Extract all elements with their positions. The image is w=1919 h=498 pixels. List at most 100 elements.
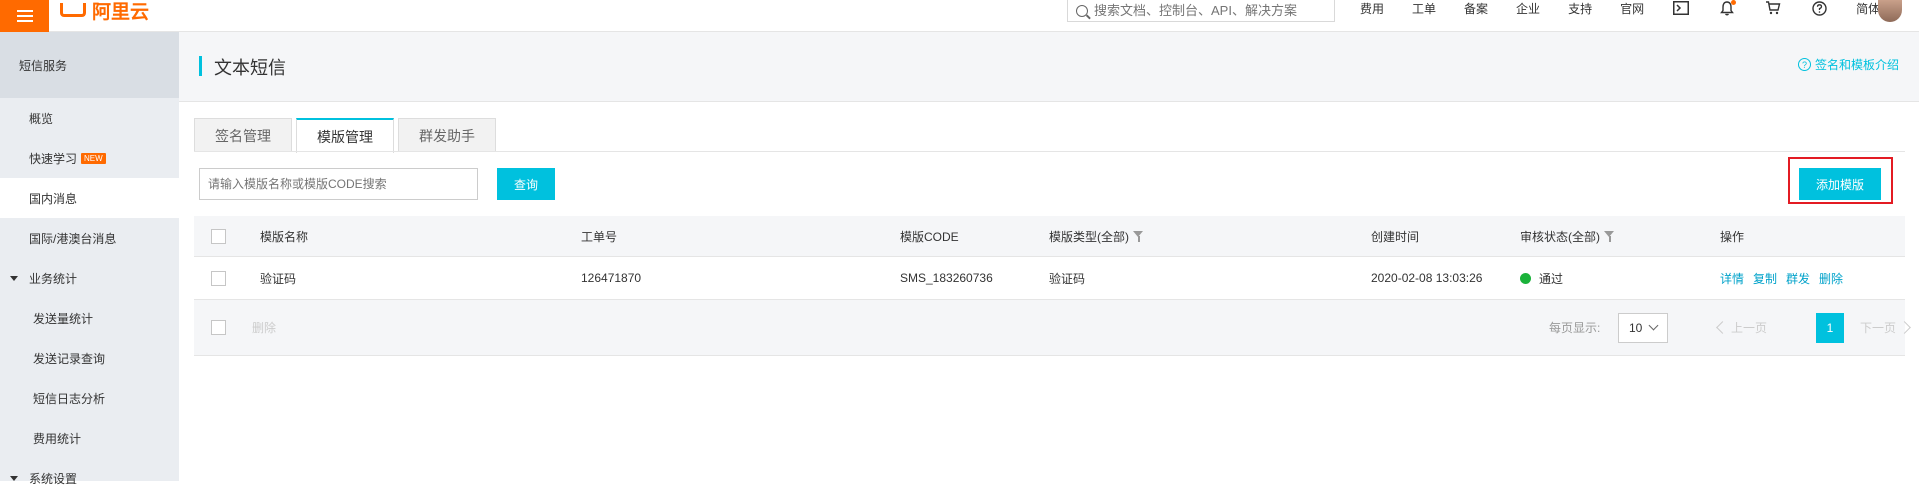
- col-status-label: 审核状态(全部): [1520, 229, 1600, 244]
- cart-icon[interactable]: [1764, 0, 1782, 16]
- nav-website[interactable]: 官网: [1620, 0, 1644, 17]
- next-page-label: 下一页: [1860, 321, 1897, 335]
- tab-template[interactable]: 模版管理: [296, 118, 394, 153]
- add-template-button[interactable]: 添加模版: [1799, 168, 1881, 200]
- table-header: 模版名称 工单号 模版CODE 模版类型(全部) 创建时间 审核状态(全部) 操…: [194, 216, 1905, 257]
- top-nav: 费用 工单 备案 企业 支持 官网 简体: [1360, 0, 1906, 16]
- col-code: 模版CODE: [900, 229, 959, 244]
- nav-support[interactable]: 支持: [1568, 0, 1592, 17]
- sidebar: 短信服务 概览 快速学习 NEW 国内消息 国际/港澳台消息 业务统计 发送量统…: [0, 32, 179, 486]
- chevron-left-icon: [1716, 321, 1729, 334]
- global-search-input[interactable]: [1094, 3, 1334, 18]
- sidebar-item-label: 费用统计: [33, 431, 82, 446]
- help-circle-icon[interactable]: [1810, 0, 1828, 16]
- avatar[interactable]: [1878, 0, 1902, 22]
- footer-select-all-checkbox[interactable]: [211, 320, 226, 335]
- col-name: 模版名称: [260, 229, 309, 244]
- logo-text: 阿里云: [92, 1, 150, 23]
- op-detail-link[interactable]: 详情: [1720, 270, 1744, 287]
- global-search[interactable]: [1067, 0, 1335, 22]
- main-content: 文本短信 ? 签名和模板介绍 签名管理 模版管理 群发助手 查询 添加模版 模版…: [179, 32, 1919, 481]
- row-checkbox[interactable]: [211, 270, 226, 286]
- question-icon: ?: [1797, 58, 1811, 71]
- template-table: 模版名称 工单号 模版CODE 模版类型(全部) 创建时间 审核状态(全部) 操…: [194, 216, 1911, 356]
- sidebar-group-stats[interactable]: 业务统计: [0, 258, 179, 298]
- cell-status: 通过: [1520, 257, 1563, 299]
- sidebar-header[interactable]: 短信服务: [0, 32, 179, 98]
- search-icon: [1076, 4, 1088, 17]
- sidebar-item-international[interactable]: 国际/港澳台消息: [0, 218, 179, 258]
- select-all-checkbox[interactable]: [211, 228, 226, 244]
- op-copy-link[interactable]: 复制: [1753, 270, 1777, 287]
- next-page-button[interactable]: 下一页: [1860, 300, 1911, 355]
- sidebar-item-label: 发送记录查询: [33, 351, 106, 366]
- template-search-input[interactable]: [199, 168, 478, 200]
- nav-icp[interactable]: 备案: [1464, 0, 1488, 17]
- page-size-select[interactable]: 10: [1618, 312, 1668, 343]
- sidebar-group-label: 系统设置: [29, 471, 78, 486]
- cell-ops: 详情 复制 群发 删除: [1720, 257, 1852, 299]
- top-bar: 阿里云 费用 工单 备案 企业 支持 官网 简体: [0, 0, 1919, 32]
- op-delete-link[interactable]: 删除: [1819, 270, 1843, 287]
- col-type[interactable]: 模版类型(全部): [1049, 216, 1144, 256]
- sidebar-item-overview[interactable]: 概览: [0, 98, 179, 138]
- chevron-right-icon: [1898, 321, 1911, 334]
- logo[interactable]: 阿里云: [60, 0, 149, 23]
- sidebar-item-label: 短信日志分析: [33, 391, 106, 406]
- sidebar-item-send-volume[interactable]: 发送量统计: [0, 298, 179, 338]
- page-size-cell: 10: [1618, 300, 1668, 355]
- sidebar-group-settings[interactable]: 系统设置: [0, 458, 179, 498]
- sidebar-item-send-records[interactable]: 发送记录查询: [0, 338, 179, 378]
- page-number-cell: 1: [1816, 300, 1844, 355]
- page-number-current[interactable]: 1: [1816, 312, 1844, 343]
- nav-billing[interactable]: 费用: [1360, 0, 1384, 17]
- bulk-delete-button[interactable]: 删除: [252, 300, 276, 355]
- nav-ticket[interactable]: 工单: [1412, 0, 1436, 17]
- col-created: 创建时间: [1371, 229, 1420, 244]
- sidebar-item-label: 概览: [29, 111, 54, 126]
- help-link[interactable]: ? 签名和模板介绍: [1797, 56, 1899, 73]
- hamburger-menu-button[interactable]: [0, 0, 49, 32]
- new-badge: NEW: [81, 152, 106, 164]
- caret-down-icon: [10, 275, 18, 281]
- cell-name: 验证码: [260, 271, 297, 286]
- tab-bar: 签名管理 模版管理 群发助手: [194, 118, 500, 153]
- page-size-value: 10: [1629, 320, 1643, 335]
- filter-icon[interactable]: [1604, 230, 1615, 242]
- filter-icon[interactable]: [1133, 230, 1144, 242]
- cell-ticket: 126471870: [581, 271, 642, 285]
- bell-icon[interactable]: [1718, 0, 1737, 16]
- sidebar-item-log-analysis[interactable]: 短信日志分析: [0, 378, 179, 418]
- sidebar-item-domestic[interactable]: 国内消息: [0, 178, 179, 218]
- cell-code: SMS_183260736: [900, 271, 993, 285]
- select-all-cell: [211, 216, 226, 256]
- col-type-label: 模版类型(全部): [1049, 229, 1129, 244]
- query-button[interactable]: 查询: [497, 168, 555, 200]
- page-size-label: 每页显示:: [1549, 321, 1601, 335]
- tab-signature[interactable]: 签名管理: [194, 118, 292, 152]
- col-status[interactable]: 审核状态(全部): [1520, 216, 1615, 256]
- row-select-cell: [211, 257, 226, 299]
- language-switch[interactable]: 简体: [1856, 0, 1880, 17]
- op-bulk-send-link[interactable]: 群发: [1786, 270, 1810, 287]
- footer-select-cell: [211, 300, 226, 355]
- prev-page-button[interactable]: 上一页: [1716, 300, 1767, 355]
- table-row: 验证码 126471870 SMS_183260736 验证码 2020-02-…: [194, 257, 1905, 300]
- aliyun-logo-icon: [60, 3, 86, 17]
- sidebar-item-cost-stats[interactable]: 费用统计: [0, 418, 179, 458]
- cell-type: 验证码: [1049, 271, 1086, 286]
- menu-icon: [16, 10, 33, 22]
- terminal-icon[interactable]: [1672, 0, 1690, 16]
- status-badge: 通过: [1539, 271, 1564, 286]
- chevron-down-icon: [1648, 320, 1659, 331]
- sidebar-item-quick-learn[interactable]: 快速学习 NEW: [0, 138, 179, 178]
- table-footer: 删除 每页显示: 10 上一页 1 下一页: [194, 300, 1911, 356]
- tab-divider: [194, 151, 1905, 152]
- cell-created: 2020-02-08 13:03:26: [1371, 271, 1483, 285]
- sidebar-item-label: 国际/港澳台消息: [29, 231, 117, 246]
- tab-bulk-send[interactable]: 群发助手: [398, 118, 496, 152]
- col-ticket: 工单号: [581, 229, 618, 244]
- nav-enterprise[interactable]: 企业: [1516, 0, 1540, 17]
- highlight-box: 添加模版: [1788, 157, 1893, 204]
- title-accent-bar: [199, 56, 202, 76]
